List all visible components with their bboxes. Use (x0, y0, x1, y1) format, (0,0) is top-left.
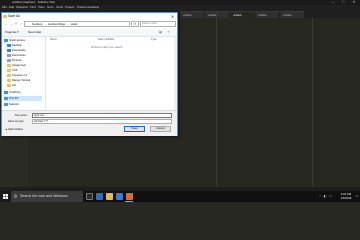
forward-arrow-icon[interactable]: → (9, 22, 13, 26)
organize-button[interactable]: Organize ▾ (5, 29, 19, 36)
close-icon[interactable]: ✕ (168, 13, 177, 20)
file-explorer-icon[interactable] (106, 193, 113, 200)
refresh-icon[interactable]: ⟳ (131, 21, 139, 27)
active-app-indicator (125, 201, 133, 202)
file-name-label: File name: (15, 114, 28, 117)
nav-item-onedrive[interactable]: OneDrive (4, 90, 20, 95)
folder-icon (3, 15, 7, 18)
nav-label: Pictures (12, 59, 22, 62)
task-view-icon[interactable] (86, 193, 93, 200)
nav-label: Django Tutorial (12, 79, 31, 82)
nav-label: Contacts 2.2 (12, 74, 28, 77)
save-as-type-label: Save as type: (8, 120, 25, 123)
cloud-icon (4, 90, 8, 94)
folder-icon (7, 83, 11, 87)
breadcrumb-separator: › (68, 22, 69, 26)
save-as-dialog: Save As ✕ ← → ˅ ↑ Desktop › stephen/blog… (1, 12, 178, 136)
nav-label: Desktop (12, 44, 22, 47)
nav-label: Assignment (12, 64, 27, 67)
desktop-icon (7, 43, 11, 47)
volume-icon[interactable]: ◁ (328, 194, 332, 199)
windows-logo-icon (3, 194, 8, 199)
picture-icon (7, 58, 11, 62)
editor-tab[interactable]: untitled (280, 11, 304, 18)
save-button[interactable]: Save (124, 126, 145, 132)
folder-icon (7, 78, 11, 82)
column-header-type[interactable]: Type (151, 37, 157, 42)
empty-message: No items match your search. (91, 46, 123, 49)
view-options-icon[interactable]: ▤ (158, 30, 163, 35)
nav-item-this-pc[interactable]: This PC (4, 96, 42, 101)
breadcrumb-blogs[interactable]: stephen/blogs (48, 21, 65, 27)
dialog-titlebar (2, 13, 177, 20)
network-icon (4, 102, 8, 106)
editor-tab-active[interactable]: untitled (230, 11, 254, 18)
network-icon[interactable]: ◧ (323, 194, 327, 199)
editor-tab[interactable]: untitled (205, 11, 229, 18)
taskbar-search-placeholder: Search the web and Windows (20, 194, 68, 198)
nav-item-network[interactable]: Network (4, 102, 19, 107)
breadcrumb-static[interactable]: static (71, 21, 78, 27)
folder-icon (7, 68, 11, 72)
nav-label: Network (9, 103, 19, 106)
breadcrumb-separator: › (45, 22, 46, 26)
clock-date: 1/5/2016 (340, 196, 352, 200)
new-folder-button[interactable]: New folder (28, 29, 41, 36)
editor-ruler (312, 18, 313, 188)
document-icon (7, 53, 11, 57)
up-arrow-icon[interactable]: ↑ (19, 22, 23, 26)
breadcrumb-desktop[interactable]: Desktop (32, 21, 42, 27)
store-icon[interactable] (116, 193, 123, 200)
microphone-icon (13, 194, 18, 198)
nav-label: Quick access (9, 39, 25, 42)
save-as-type-select[interactable]: All Files (*.*) (32, 119, 172, 124)
back-arrow-icon[interactable]: ← (4, 22, 8, 26)
nav-label: This PC (9, 97, 19, 100)
taskbar-clock[interactable]: 9:23 PM 1/5/2016 (336, 192, 356, 200)
column-header-date-modified[interactable]: Date modified (98, 37, 114, 42)
download-icon (7, 48, 11, 52)
nav-item-ted[interactable]: ted (7, 83, 16, 88)
notification-icon[interactable]: ▭ (355, 194, 359, 199)
recent-locations-icon[interactable]: ˅ (14, 22, 18, 26)
nav-label: CSS (12, 69, 18, 72)
nav-label: OneDrive (9, 91, 21, 94)
nav-label: ted (12, 84, 16, 87)
chevron-up-icon[interactable]: ^ (318, 194, 322, 199)
computer-icon (4, 96, 8, 100)
editor-tab[interactable]: untitled (180, 11, 204, 18)
star-icon (4, 38, 8, 42)
file-list-scrollbar[interactable] (174, 37, 177, 110)
editor-ruler (216, 18, 217, 188)
nav-label: Downloads (12, 49, 26, 52)
cancel-button[interactable]: Cancel (150, 126, 171, 132)
editor-tab[interactable]: untitled (255, 11, 279, 18)
column-header-name[interactable]: Name (50, 37, 57, 42)
folder-icon (7, 63, 11, 67)
hide-folders-toggle[interactable]: ▲ Hide Folders (5, 127, 23, 133)
sublime-text-icon[interactable] (126, 193, 133, 200)
file-name-field[interactable]: style.css (32, 113, 172, 118)
folder-icon (7, 73, 11, 77)
help-icon[interactable]: ? (166, 30, 171, 35)
edge-browser-icon[interactable] (96, 193, 103, 200)
nav-label: Documents (12, 54, 26, 57)
search-placeholder: Search static (142, 22, 157, 25)
dialog-title: Save As (8, 14, 20, 18)
